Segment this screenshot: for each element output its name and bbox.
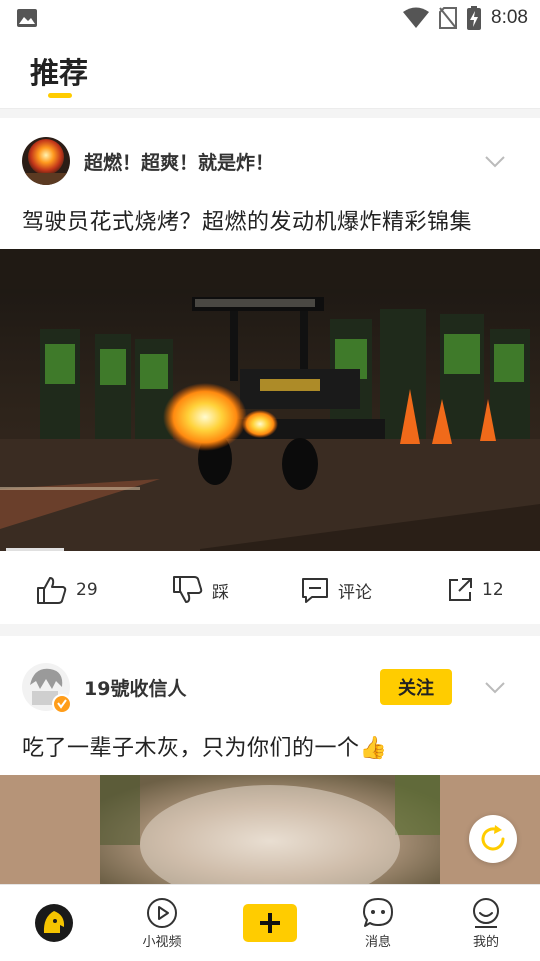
refresh-button[interactable] xyxy=(469,815,517,863)
nav-label: 我的 xyxy=(472,934,499,950)
nav-short-video[interactable]: 小视频 xyxy=(117,885,207,961)
publish-button[interactable] xyxy=(243,904,297,942)
share-button[interactable]: 12 xyxy=(446,558,504,622)
video-thumbnail[interactable] xyxy=(0,775,540,886)
bottom-nav: 小视频 消息 我的 xyxy=(0,884,540,961)
comment-icon xyxy=(302,578,328,603)
follow-button[interactable]: 关注 xyxy=(380,669,452,705)
like-button[interactable]: 29 xyxy=(36,558,98,622)
post-title[interactable]: 驾驶员花式烧烤？超燃的发动机爆炸精彩锦集 xyxy=(22,204,472,236)
share-icon xyxy=(449,578,472,601)
top-tab-bar: 推荐 xyxy=(0,36,540,109)
feed-post[interactable]: 19號收信人 关注 吃了一辈子木灰，只为你们的一个👍 xyxy=(0,636,540,886)
post-author[interactable]: 超燃！超爽！就是炸！ xyxy=(22,136,422,186)
nav-me[interactable]: 我的 xyxy=(441,885,531,961)
post-actions: 29 踩 评论 12 xyxy=(0,558,540,622)
play-circle-icon xyxy=(147,897,177,928)
post-title[interactable]: 吃了一辈子木灰，只为你们的一个👍 xyxy=(22,730,387,762)
nav-publish[interactable] xyxy=(225,885,315,961)
author-name[interactable]: 超燃！超爽！就是炸！ xyxy=(84,148,274,175)
avatar[interactable] xyxy=(22,663,72,714)
dislike-button[interactable]: 踩 xyxy=(172,558,229,622)
video-thumbnail[interactable] xyxy=(0,249,540,551)
feed-post[interactable]: 超燃！超爽！就是炸！ 驾驶员花式烧烤？超燃的发动机爆炸精彩锦集 29 踩 评论 … xyxy=(0,118,540,624)
message-bubble-icon xyxy=(363,897,393,927)
nav-home[interactable] xyxy=(9,885,99,961)
comment-label: 评论 xyxy=(338,582,372,603)
avatar[interactable] xyxy=(22,137,70,185)
thumbs-up-icon xyxy=(37,577,67,604)
author-name[interactable]: 19號收信人 xyxy=(84,674,186,701)
nav-label: 消息 xyxy=(364,934,391,950)
smiley-face-icon xyxy=(473,897,499,928)
nav-messages[interactable]: 消息 xyxy=(333,885,423,961)
thumbs-down-icon xyxy=(173,576,203,603)
clock: 8:08 xyxy=(491,7,528,28)
chevron-down-icon[interactable] xyxy=(484,681,506,695)
active-tab-indicator xyxy=(48,93,72,98)
status-bar: 8:08 xyxy=(0,0,540,36)
dislike-label: 踩 xyxy=(212,582,229,603)
no-sim-icon xyxy=(439,7,458,29)
refresh-icon xyxy=(481,825,505,851)
share-count: 12 xyxy=(482,580,504,600)
tab-recommended[interactable]: 推荐 xyxy=(30,50,88,92)
comment-button[interactable]: 评论 xyxy=(300,558,372,622)
nav-label: 小视频 xyxy=(142,934,182,950)
post-author[interactable]: 19號收信人 xyxy=(22,662,422,714)
chevron-down-icon[interactable] xyxy=(484,155,506,169)
wifi-icon xyxy=(403,7,430,28)
like-count: 29 xyxy=(76,580,98,600)
plus-icon xyxy=(260,913,280,933)
image-icon xyxy=(17,9,37,27)
home-logo-icon xyxy=(35,904,73,942)
battery-icon xyxy=(467,6,482,30)
